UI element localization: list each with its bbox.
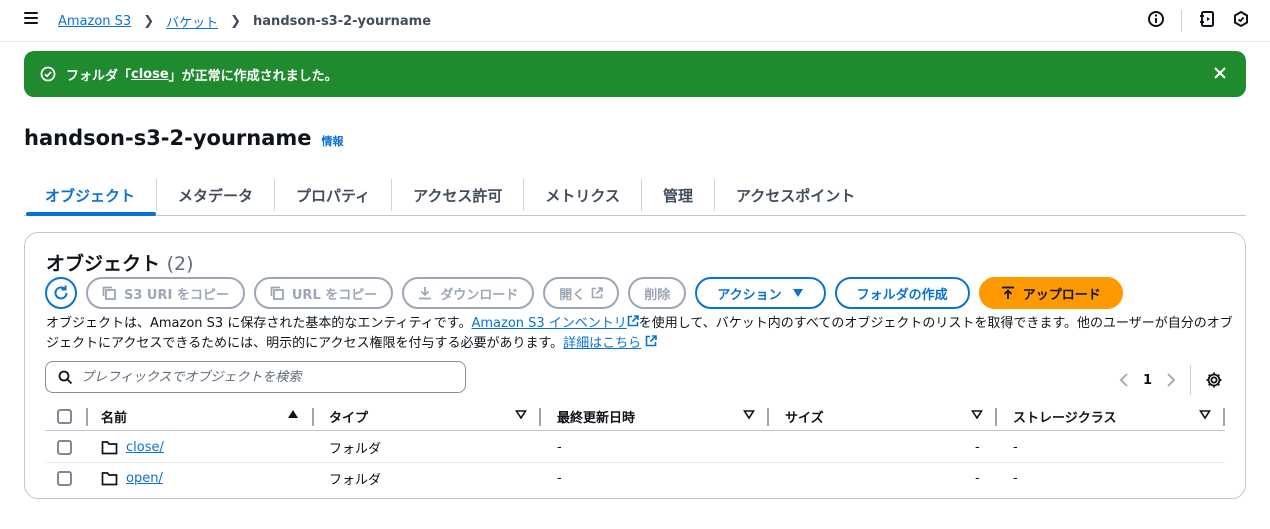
page-number[interactable]: 1 <box>1143 373 1152 388</box>
actions-dropdown[interactable]: アクション <box>695 277 826 309</box>
s3-inventory-link[interactable]: Amazon S3 インベントリ <box>471 316 626 331</box>
download-button[interactable]: ダウンロード <box>402 277 535 309</box>
select-all-checkbox[interactable] <box>57 401 72 431</box>
object-storage-class: - <box>1013 440 1018 455</box>
objects-title: オブジェクト (2) <box>46 253 194 275</box>
feedback-icon[interactable] <box>1232 10 1250 32</box>
flash-prefix: フォルダ「 <box>66 68 132 84</box>
object-name-link[interactable]: close/ <box>126 440 164 455</box>
objects-panel: オブジェクト (2) S3 URI をコピー URL をコピー ダウンロード 開… <box>24 232 1246 499</box>
tab-metadata[interactable]: メタデータ <box>157 179 276 211</box>
upload-icon <box>1001 286 1015 300</box>
object-size: - <box>975 440 980 455</box>
tab-management[interactable]: 管理 <box>642 179 715 211</box>
tab-access-points[interactable]: アクセスポイント <box>715 179 876 211</box>
folder-icon <box>101 440 118 455</box>
flash-suffix: 」が正常に作成されました。 <box>168 68 338 84</box>
chevron-right-icon: ❯ <box>143 14 155 29</box>
copy-s3-uri-button[interactable]: S3 URI をコピー <box>86 277 245 309</box>
menu-icon[interactable] <box>24 12 38 26</box>
download-icon <box>418 286 432 300</box>
column-divider <box>86 408 88 426</box>
tab-list: オブジェクト メタデータ プロパティ アクセス許可 メトリクス 管理 アクセスポ… <box>24 176 1246 216</box>
table-row: close/ フォルダ - - - <box>45 432 1225 463</box>
refresh-button[interactable] <box>45 277 77 309</box>
info-icon[interactable] <box>1147 10 1165 32</box>
pager-divider <box>1190 365 1191 395</box>
tab-objects[interactable]: オブジェクト <box>24 179 158 216</box>
chevron-right-icon: ❯ <box>230 14 242 29</box>
copy-icon <box>102 286 116 300</box>
objects-count: (2) <box>166 253 194 275</box>
top-navigation: Amazon S3 ❯ バケット ❯ handson-s3-2-yourname <box>0 0 1270 42</box>
learn-more-link[interactable]: 詳細はこちら <box>563 336 641 351</box>
object-type: フォルダ <box>329 442 382 457</box>
column-divider <box>995 408 997 426</box>
flash-folder-name: close <box>131 66 169 82</box>
folder-icon <box>101 471 118 486</box>
column-header-size[interactable]: サイズ <box>785 401 824 431</box>
object-storage-class: - <box>1013 471 1018 486</box>
row-checkbox[interactable] <box>57 463 72 494</box>
table-header: 名前 タイプ 最終更新日時 サイズ ストレージクラス <box>45 401 1225 431</box>
sort-icon[interactable] <box>971 408 983 424</box>
page-title: handson-s3-2-yourname <box>24 126 312 150</box>
upload-button[interactable]: アップロード <box>978 277 1123 309</box>
caret-down-icon <box>792 288 804 298</box>
column-header-last-modified[interactable]: 最終更新日時 <box>557 401 635 431</box>
gear-icon[interactable] <box>1205 371 1223 389</box>
info-link[interactable]: 情報 <box>322 133 344 149</box>
sort-icon[interactable] <box>1199 408 1211 424</box>
tab-properties[interactable]: プロパティ <box>275 179 393 211</box>
breadcrumb-amazon-s3[interactable]: Amazon S3 <box>58 14 131 29</box>
refresh-icon <box>52 284 70 302</box>
sort-ascending-icon[interactable] <box>287 408 299 424</box>
sort-icon[interactable] <box>743 408 755 424</box>
column-divider <box>767 408 769 426</box>
objects-description: オブジェクトは、Amazon S3 に保存された基本的なエンティティです。Ama… <box>46 315 1233 351</box>
chevron-right-icon[interactable] <box>1166 373 1176 387</box>
object-last-modified: - <box>557 440 562 455</box>
column-divider <box>539 408 541 426</box>
row-checkbox[interactable] <box>57 432 72 463</box>
copy-icon <box>270 286 284 300</box>
column-header-storage-class[interactable]: ストレージクラス <box>1013 401 1116 431</box>
chevron-left-icon[interactable] <box>1119 373 1129 387</box>
external-link-icon <box>627 315 639 331</box>
object-size: - <box>975 471 980 486</box>
table-row: open/ フォルダ - - - <box>45 463 1225 494</box>
success-flash: フォルダ「 close 」が正常に作成されました。 <box>24 51 1246 97</box>
copy-url-button[interactable]: URL をコピー <box>253 277 394 309</box>
external-link-icon <box>591 287 604 299</box>
column-header-name[interactable]: 名前 <box>101 401 127 431</box>
pagination: 1 <box>1119 365 1223 395</box>
create-folder-button[interactable]: フォルダの作成 <box>834 277 970 309</box>
notebook-icon[interactable] <box>1198 10 1216 32</box>
column-header-type[interactable]: タイプ <box>329 401 368 431</box>
close-icon[interactable] <box>1212 65 1228 85</box>
object-name-link[interactable]: open/ <box>126 471 163 486</box>
tab-metrics[interactable]: メトリクス <box>524 179 642 211</box>
tab-permissions[interactable]: アクセス許可 <box>392 179 525 211</box>
sort-icon[interactable] <box>515 408 527 424</box>
column-divider <box>312 408 314 426</box>
column-divider <box>1223 408 1225 426</box>
page-title-container: handson-s3-2-yourname 情報 <box>24 126 344 150</box>
search-icon <box>58 370 73 385</box>
object-last-modified: - <box>557 471 562 486</box>
objects-toolbar: S3 URI をコピー URL をコピー ダウンロード 開く 削除 アクション … <box>45 277 1123 309</box>
check-circle-icon <box>40 66 56 82</box>
object-type: フォルダ <box>329 473 382 488</box>
breadcrumb-current: handson-s3-2-yourname <box>253 14 432 29</box>
search-input[interactable] <box>81 369 441 385</box>
toolbar-divider <box>1181 10 1182 32</box>
delete-button[interactable]: 削除 <box>628 277 687 309</box>
breadcrumb-buckets[interactable]: バケット <box>166 12 218 31</box>
search-box <box>45 361 466 393</box>
external-link-icon <box>645 335 658 351</box>
open-button[interactable]: 開く <box>543 277 620 309</box>
breadcrumb: Amazon S3 ❯ バケット ❯ handson-s3-2-yourname <box>58 12 431 31</box>
